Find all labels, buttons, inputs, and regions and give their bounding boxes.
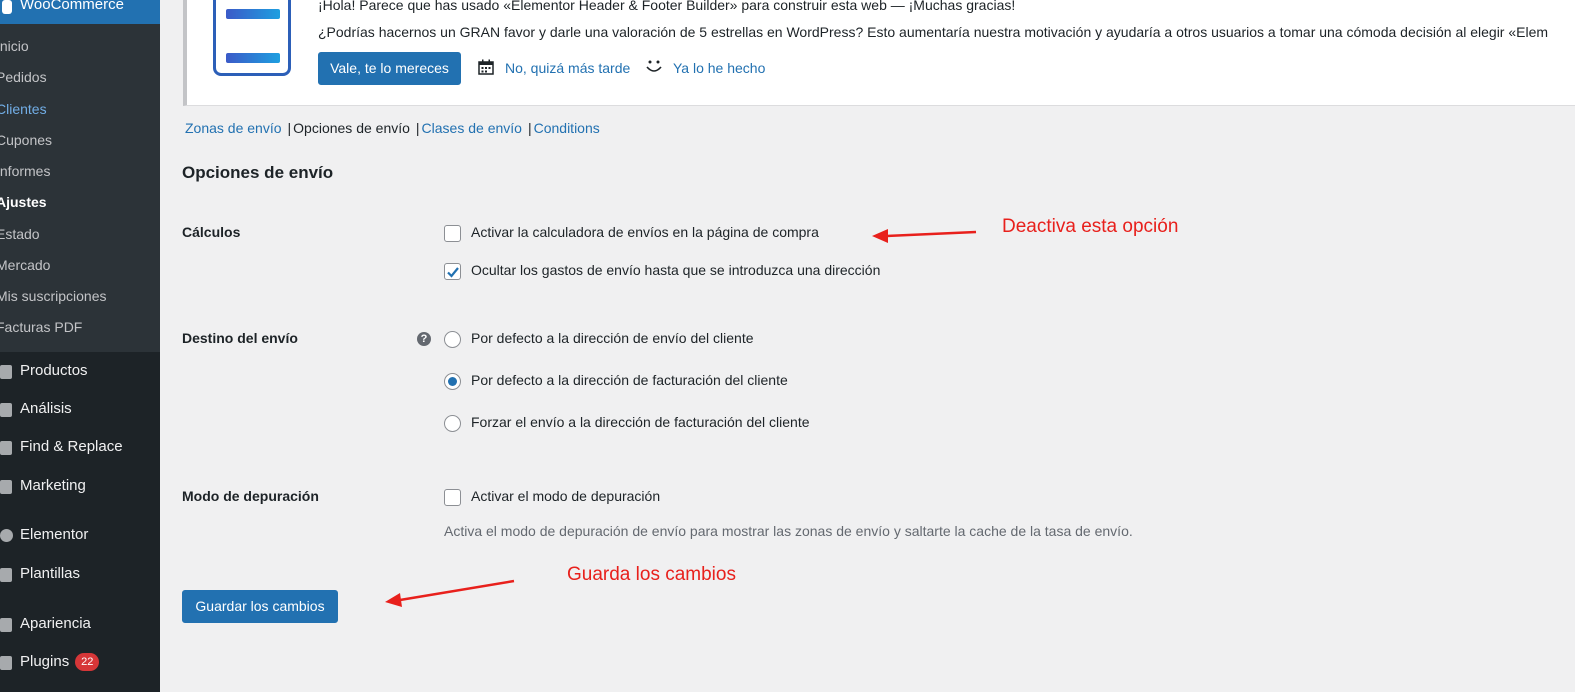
arrow-to-save-button (385, 579, 515, 607)
annotation-deactivate: Deactiva esta opción (1002, 216, 1179, 237)
arrow-to-calculator-option (872, 229, 977, 243)
annotation-save: Guarda los cambios (567, 564, 736, 585)
annotation-arrows (385, 229, 977, 607)
